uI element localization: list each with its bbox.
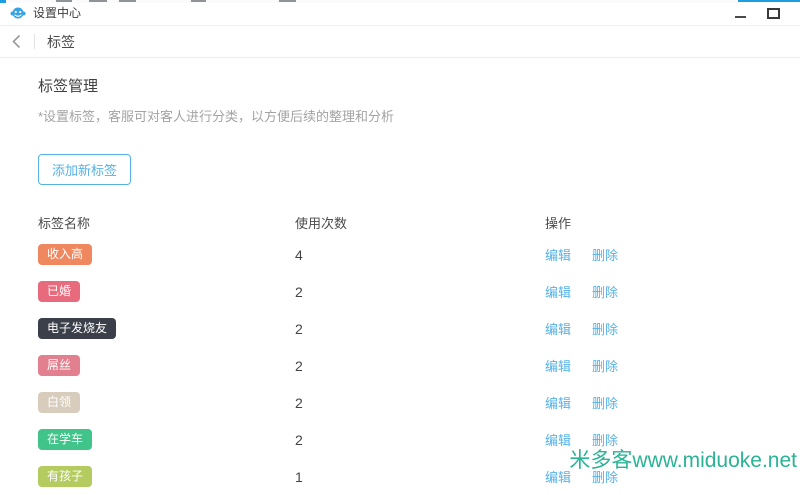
- tag-badge: 电子发烧友: [38, 318, 116, 339]
- edit-link[interactable]: 编辑: [545, 430, 571, 449]
- table-row: 有孩子 1编辑 删除: [38, 458, 800, 495]
- table-row: 已婚 2编辑 删除: [38, 273, 800, 310]
- tag-badge: 白领: [38, 392, 80, 413]
- window-title: 设置中心: [33, 4, 81, 21]
- usage-count: 2: [295, 395, 545, 411]
- page-header: 标签: [0, 26, 800, 58]
- delete-link[interactable]: 删除: [592, 430, 618, 449]
- table-row: 收入高 4编辑 删除: [38, 236, 800, 273]
- delete-link[interactable]: 删除: [592, 282, 618, 301]
- page-title: 标签管理: [38, 75, 800, 96]
- usage-count: 1: [295, 469, 545, 485]
- edit-link[interactable]: 编辑: [545, 245, 571, 264]
- page-breadcrumb: 标签: [47, 32, 75, 52]
- header-divider: [34, 34, 35, 49]
- chevron-left-icon: [11, 34, 22, 49]
- delete-link[interactable]: 删除: [592, 245, 618, 264]
- tag-badge: 有孩子: [38, 466, 92, 487]
- delete-link[interactable]: 删除: [592, 319, 618, 338]
- table-row: 电子发烧友 2编辑 删除: [38, 310, 800, 347]
- edit-link[interactable]: 编辑: [545, 319, 571, 338]
- delete-link[interactable]: 删除: [592, 393, 618, 412]
- usage-count: 2: [295, 321, 545, 337]
- back-button[interactable]: [11, 34, 25, 50]
- add-tag-button[interactable]: 添加新标签: [38, 154, 131, 185]
- main-content: 标签管理 *设置标签，客服可对客人进行分类，以方便后续的整理和分析 添加新标签 …: [0, 58, 800, 495]
- tag-badge: 屌丝: [38, 355, 80, 376]
- edit-link[interactable]: 编辑: [545, 282, 571, 301]
- usage-count: 2: [295, 284, 545, 300]
- column-header-name: 标签名称: [38, 213, 295, 232]
- delete-link[interactable]: 删除: [592, 467, 618, 486]
- app-logo-icon: [10, 6, 26, 20]
- background-window-edge: [0, 0, 800, 3]
- tag-badge: 收入高: [38, 244, 92, 265]
- table-row: 白领 2编辑 删除: [38, 384, 800, 421]
- usage-count: 2: [295, 432, 545, 448]
- edit-link[interactable]: 编辑: [545, 467, 571, 486]
- table-header: 标签名称 使用次数 操作: [38, 208, 800, 236]
- column-header-ops: 操作: [545, 213, 800, 232]
- tag-badge: 已婚: [38, 281, 80, 302]
- edit-link[interactable]: 编辑: [545, 356, 571, 375]
- maximize-button[interactable]: [767, 8, 780, 19]
- titlebar: 设置中心: [0, 0, 800, 26]
- usage-count: 4: [295, 247, 545, 263]
- minimize-button[interactable]: [735, 16, 746, 18]
- usage-count: 2: [295, 358, 545, 374]
- background-window-corner: [738, 0, 800, 2]
- background-window-corner: [0, 0, 6, 3]
- page-subtitle: *设置标签，客服可对客人进行分类，以方便后续的整理和分析: [38, 106, 800, 125]
- tag-badge: 在学车: [38, 429, 92, 450]
- tag-table: 标签名称 使用次数 操作 收入高4编辑删除已婚2编辑删除电子发烧友2编辑删除屌丝…: [38, 208, 800, 495]
- table-row: 屌丝 2编辑 删除: [38, 347, 800, 384]
- column-header-count: 使用次数: [295, 213, 545, 232]
- table-row: 在学车 2编辑 删除: [38, 421, 800, 458]
- delete-link[interactable]: 删除: [592, 356, 618, 375]
- tag-table-rows: 收入高4编辑删除已婚2编辑删除电子发烧友2编辑删除屌丝2编辑删除白领2编辑删除在…: [38, 236, 800, 495]
- edit-link[interactable]: 编辑: [545, 393, 571, 412]
